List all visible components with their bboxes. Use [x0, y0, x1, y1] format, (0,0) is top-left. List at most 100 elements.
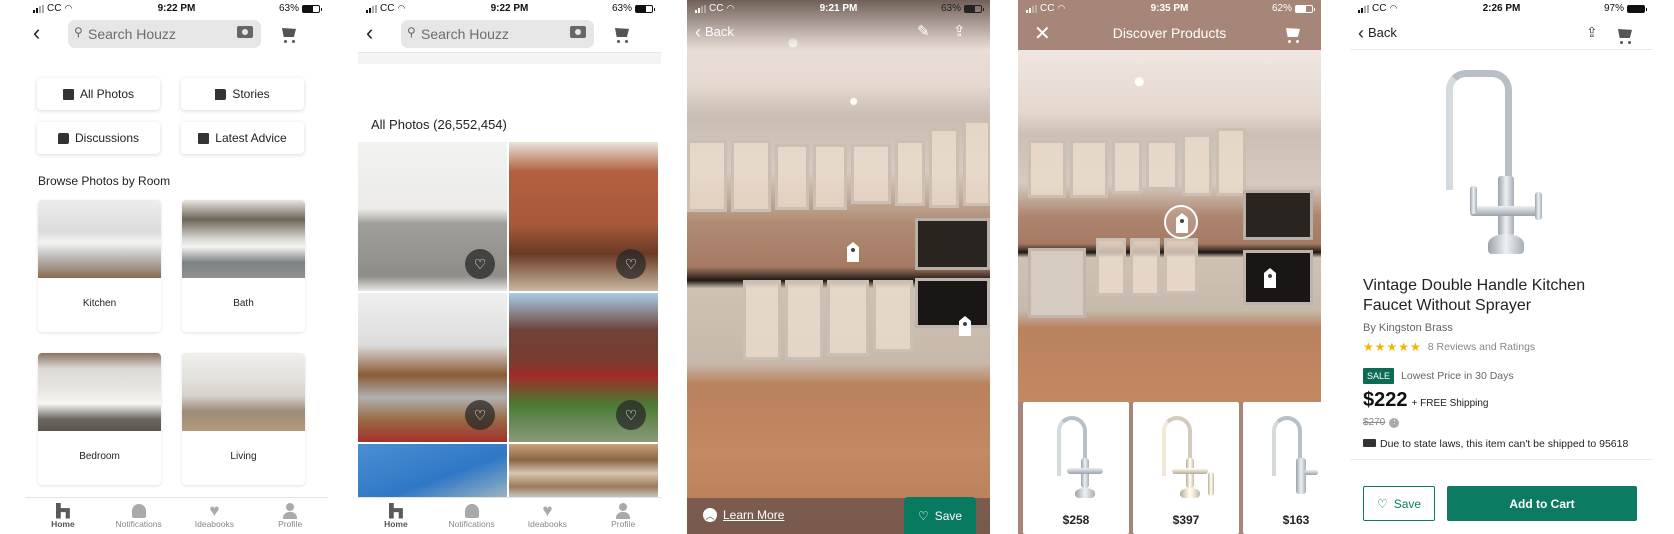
- product-card[interactable]: $258: [1023, 402, 1129, 534]
- kitchen-photo: [38, 200, 161, 278]
- back-button[interactable]: ‹ Back: [695, 21, 734, 42]
- stories-button[interactable]: Stories: [181, 78, 304, 110]
- search-input[interactable]: [88, 25, 228, 43]
- save-label: Save: [1393, 496, 1422, 511]
- tab-notifications[interactable]: Notifications: [434, 498, 510, 534]
- back-button[interactable]: ‹ Back: [1358, 24, 1397, 42]
- room-card-bath[interactable]: Bath: [182, 200, 305, 332]
- product-brand[interactable]: By Kingston Brass: [1363, 322, 1453, 334]
- all-photos-button[interactable]: All Photos: [37, 78, 160, 110]
- discussions-button[interactable]: Discussions: [37, 122, 160, 154]
- screen-product-detail: CC ◠ 2:26 PM 97% ‹ Back ⇪ Vintage Double H…: [1350, 0, 1653, 534]
- cart-icon[interactable]: [1616, 29, 1632, 44]
- faucet-image: [1268, 410, 1321, 500]
- room-card-kitchen[interactable]: Kitchen: [38, 200, 161, 332]
- tab-label: Ideabooks: [194, 519, 234, 529]
- search-bar[interactable]: ⚲: [401, 20, 594, 48]
- latest-advice-button[interactable]: Latest Advice: [181, 122, 304, 154]
- product-tag-icon: [1176, 213, 1188, 233]
- tab-label: Home: [51, 519, 75, 529]
- tab-home[interactable]: Home: [25, 498, 101, 534]
- photo-tile[interactable]: ♡: [509, 293, 658, 442]
- product-image[interactable]: [1440, 66, 1550, 266]
- cart-icon[interactable]: [280, 28, 296, 43]
- screen-all-photos: CC◠ 9:22 PM 63% ‹ ⚲ All Photos (26,552,4…: [358, 0, 661, 534]
- faucet-image: [1053, 410, 1103, 500]
- room-label: Bath: [233, 298, 254, 309]
- photo-tile[interactable]: ♡: [358, 293, 507, 442]
- photo-tile[interactable]: [509, 444, 658, 497]
- photo-tile[interactable]: [358, 444, 507, 497]
- product-card[interactable]: $397: [1133, 402, 1239, 534]
- shipping-text: + FREE Shipping: [1411, 398, 1489, 409]
- divider: [1350, 459, 1653, 460]
- battery-icon: [1627, 4, 1647, 13]
- reviews-link[interactable]: 8 Reviews and Ratings: [1428, 341, 1535, 353]
- heart-outline-icon: ♡: [917, 508, 929, 523]
- room-card-bedroom[interactable]: Bedroom: [38, 353, 161, 485]
- header-bar: CC ◠ 9:35 PM 62% ✕ Discover Products: [1018, 0, 1321, 50]
- coffee-machine: [915, 218, 990, 270]
- tab-label: Notifications: [115, 519, 162, 529]
- tab-ideabooks[interactable]: ♥ Ideabooks: [510, 498, 586, 534]
- battery-percent: 63%: [278, 3, 299, 14]
- old-price-row: $270 i: [1363, 417, 1400, 428]
- add-to-cart-button[interactable]: Add to Cart: [1447, 486, 1637, 521]
- shipping-note-text: Due to state laws, this item can't be sh…: [1380, 438, 1629, 450]
- room-card-living[interactable]: Living: [182, 353, 305, 485]
- search-bar[interactable]: ⚲: [68, 20, 261, 48]
- tab-ideabooks[interactable]: ♥ Ideabooks: [177, 498, 253, 534]
- tab-home[interactable]: Home: [358, 498, 434, 534]
- tab-label: Ideabooks: [527, 519, 567, 529]
- info-icon[interactable]: i: [1389, 417, 1400, 428]
- annotate-icon[interactable]: ✎: [917, 22, 930, 40]
- lower-cabinets: [743, 280, 913, 360]
- camera-icon[interactable]: [237, 26, 253, 38]
- status-bar: CC ◠ 2:26 PM 97%: [1350, 0, 1653, 18]
- sale-badge: SALE: [1363, 368, 1395, 384]
- back-label: Back: [1368, 25, 1397, 40]
- product-price: $258: [1062, 513, 1090, 527]
- back-chevron-icon: ‹: [695, 21, 701, 42]
- screen-discover-products: CC ◠ 9:35 PM 62% ✕ Discover Products $258…: [1018, 0, 1321, 534]
- back-chevron-icon[interactable]: ‹: [33, 22, 40, 44]
- chevron-up-icon: ︿: [703, 508, 717, 522]
- battery-percent: 97%: [1603, 3, 1624, 14]
- photo-tile[interactable]: ♡: [509, 142, 658, 291]
- back-label: Back: [705, 24, 734, 39]
- learn-more-link[interactable]: ︿ Learn More: [703, 508, 784, 522]
- tab-profile[interactable]: Profile: [585, 498, 661, 534]
- share-icon[interactable]: ⇪: [1586, 24, 1598, 41]
- battery-percent: 62%: [1271, 3, 1292, 14]
- faucet-image: [1158, 410, 1218, 500]
- save-heart-icon[interactable]: ♡: [616, 249, 646, 279]
- truck-icon: [1363, 439, 1376, 447]
- bell-icon: [131, 503, 146, 518]
- cart-icon[interactable]: [1284, 28, 1300, 43]
- tab-label: Profile: [611, 519, 636, 529]
- status-bar: CC ◠ 9:22 PM 63%: [358, 0, 661, 18]
- cart-icon[interactable]: [613, 28, 629, 43]
- photo-tile[interactable]: ♡: [358, 142, 507, 291]
- save-button[interactable]: ♡ Save: [904, 497, 976, 534]
- battery-icon: [302, 4, 322, 13]
- back-chevron-icon[interactable]: ‹: [366, 22, 373, 44]
- page-title: Discover Products: [1112, 25, 1227, 41]
- screen-photo-detail: CC ◠ 9:21 PM 63% ‹ Back ✎ ⇪ ︿ Learn More ♡ S…: [687, 0, 990, 534]
- bath-photo: [182, 200, 305, 278]
- selected-tag-ring[interactable]: [1164, 205, 1198, 239]
- section-title: Browse Photos by Room: [38, 174, 171, 188]
- share-icon[interactable]: ⇪: [953, 22, 966, 40]
- tab-profile[interactable]: Profile: [252, 498, 328, 534]
- rating-row[interactable]: ★★★★★ 8 Reviews and Ratings: [1363, 340, 1535, 354]
- save-heart-icon[interactable]: ♡: [465, 249, 495, 279]
- living-photo: [182, 353, 305, 431]
- tab-notifications[interactable]: Notifications: [101, 498, 177, 534]
- save-heart-icon[interactable]: ♡: [616, 400, 646, 430]
- save-button[interactable]: ♡ Save: [1363, 486, 1435, 521]
- room-label: Kitchen: [82, 298, 117, 309]
- search-input[interactable]: [421, 25, 561, 43]
- product-card[interactable]: $163: [1243, 402, 1321, 534]
- camera-icon[interactable]: [570, 26, 586, 38]
- save-heart-icon[interactable]: ♡: [465, 400, 495, 430]
